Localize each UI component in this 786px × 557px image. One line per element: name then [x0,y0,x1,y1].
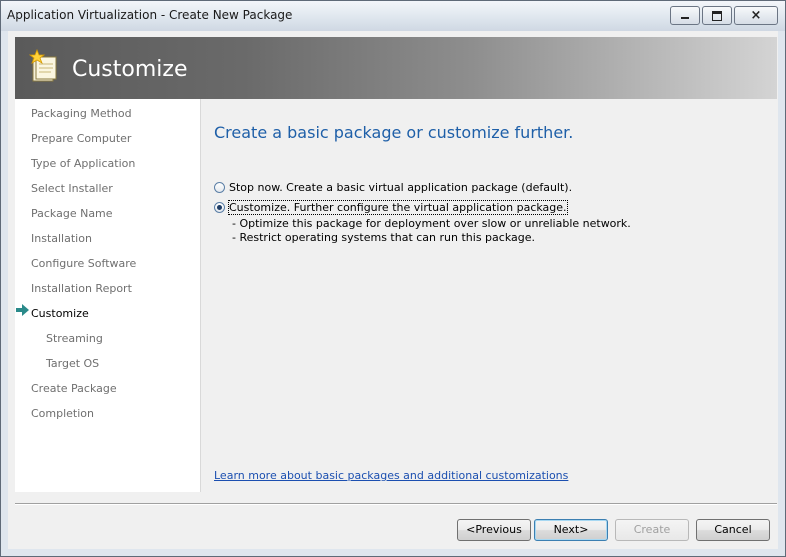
sidebar-step-configure-software: Configure Software [31,257,137,270]
minimize-icon [681,17,689,19]
footer-separator [15,503,777,505]
wizard-steps-sidebar: Packaging Method Prepare Computer Type of … [15,99,201,492]
close-icon: × [750,8,762,23]
previous-button[interactable]: <Previous [457,519,531,541]
create-button[interactable]: Create [615,519,689,541]
learn-more-link[interactable]: Learn more about basic packages and addi… [214,469,568,482]
next-button[interactable]: Next> [534,519,608,541]
customize-option[interactable]: Customize. Further configure the virtual… [214,199,568,215]
section-heading: Create a basic package or customize furt… [214,123,574,142]
customize-label: Customize. Further configure the virtual… [228,199,568,215]
sidebar-step-create-package: Create Package [31,382,117,395]
sidebar-step-target-os: Target OS [46,357,100,370]
page-title: Customize [72,57,188,82]
sidebar-step-completion: Completion [31,407,95,420]
package-wizard-icon [29,49,57,82]
sidebar-step-prepare-computer: Prepare Computer [31,132,132,145]
sidebar-step-installation: Installation [31,232,92,245]
close-button[interactable]: × [734,6,778,25]
main-panel: Create a basic package or customize furt… [201,99,777,492]
customize-detail-network: - Optimize this package for deployment o… [232,217,631,230]
sidebar-step-packaging-method: Packaging Method [31,107,132,120]
sidebar-step-streaming: Streaming [46,332,103,345]
header-banner: Customize [15,37,777,99]
window-controls: × [670,6,778,25]
sidebar-step-customize: Customize [31,307,89,320]
arrow-right-icon [16,304,29,316]
wizard-window: Application Virtualization - Create New … [0,0,786,557]
customize-detail-os: - Restrict operating systems that can ru… [232,231,535,244]
title-bar[interactable]: Application Virtualization - Create New … [1,1,785,31]
sidebar-step-select-installer: Select Installer [31,182,113,195]
window-title: Application Virtualization - Create New … [7,8,293,22]
stop-now-option[interactable]: Stop now. Create a basic virtual applica… [214,180,572,194]
maximize-icon [712,11,722,21]
maximize-button[interactable] [702,6,732,25]
minimize-button[interactable] [670,6,700,25]
wizard-body: Customize Packaging Method Prepare Comput… [8,31,778,549]
sidebar-step-installation-report: Installation Report [31,282,132,295]
stop-now-radio[interactable] [214,181,225,193]
customize-radio[interactable] [214,201,225,213]
stop-now-label: Stop now. Create a basic virtual applica… [229,180,573,194]
sidebar-step-type-of-application: Type of Application [31,157,136,170]
cancel-button[interactable]: Cancel [696,519,770,541]
sidebar-step-package-name: Package Name [31,207,113,220]
